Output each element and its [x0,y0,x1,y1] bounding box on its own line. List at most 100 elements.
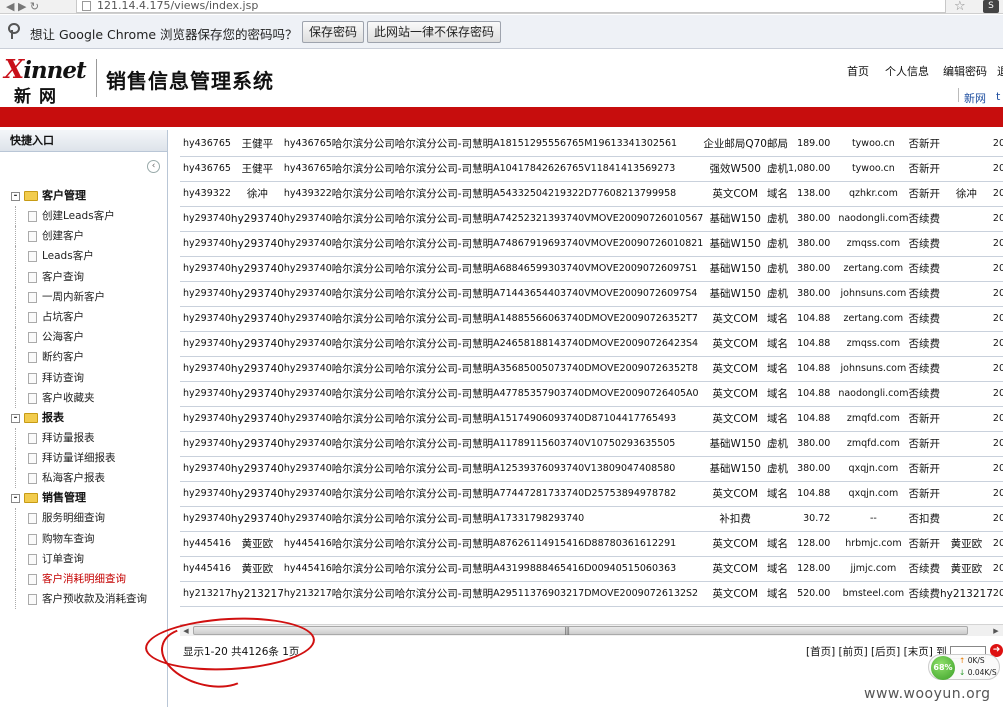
sidebar-item-new-this-week[interactable]: 一周内新客户 [0,286,168,307]
table-row[interactable]: hy293740 hy293740 hy293740 哈尔滨分公司 哈尔滨分公司-司慧明… [180,406,1003,432]
cell-date: 20 [992,431,1003,457]
sidebar-item-leads-customers[interactable]: Leads客户 [0,246,168,267]
cell-operator [939,306,993,332]
sidebar-item-visit-detail-report[interactable]: 拜访量详细报表 [0,448,168,469]
cell-flag: 否 [908,181,919,207]
nav-profile[interactable]: 个人信息 [885,63,929,79]
sidebar-item-public-pool[interactable]: 公海客户 [0,327,168,348]
document-icon [28,352,37,364]
nav-logout[interactable]: 退 [997,63,1003,79]
table-row[interactable]: hy293740 hy293740 hy293740 哈尔滨分公司 哈尔滨分公司-司慧明… [180,331,1003,357]
cell-operator [939,506,993,532]
cell-product-type: 虚机 [767,156,788,182]
nav-home[interactable]: 首页 [847,63,869,79]
table-row[interactable]: hy439322 徐冲 hy439322 哈尔滨分公司 哈尔滨分公司-司慧明 A54332… [180,181,1003,207]
back-forward-reload-icons[interactable]: ◀ ▶ ↻ [6,0,39,13]
table-row[interactable]: hy293740 hy293740 hy293740 哈尔滨分公司 哈尔滨分公司-司慧明… [180,481,1003,507]
table-row[interactable]: hy436765 王健平 hy436765 哈尔滨分公司 哈尔滨分公司-司慧明 A1815… [180,131,1003,157]
sidebar-item-private-pool-report[interactable]: 私海客户报表 [0,468,168,489]
tree-line [15,427,16,448]
table-row[interactable]: hy293740 hy293740 hy293740 哈尔滨分公司 哈尔滨分公司-司慧明… [180,306,1003,332]
table-row[interactable]: hy293740 hy293740 hy293740 哈尔滨分公司 哈尔滨分公司-司慧明… [180,206,1003,232]
cell-member-id: hy293740 [180,481,231,507]
cell-branch-agent: 哈尔滨分公司-司慧明 [394,381,494,407]
cell-business-type: 新开 [918,481,940,507]
logo-text: innet [23,57,86,84]
subnav-separator [958,88,959,102]
table-row[interactable]: hy293740 hy293740 hy293740 哈尔滨分公司 哈尔滨分公司-司慧明… [180,256,1003,282]
scroll-right-icon[interactable]: ▶ [991,626,1001,636]
address-bar[interactable]: 121.14.4.175/views/index.jsp [76,0,946,13]
sidebar-item-create-customer[interactable]: 创建客户 [0,226,168,247]
sidebar-item-prepay-consumption-query[interactable]: 客户预收款及消耗查询 [0,589,168,610]
group-customer-management[interactable]: - 客户管理 [0,186,168,206]
cell-service-id: DMOVE20090726423S4 [584,331,704,357]
collapse-minus-icon[interactable]: - [11,413,20,423]
sidebar-item-reserved-customers[interactable]: 占坑客户 [0,306,168,327]
cell-operator [939,481,993,507]
data-grid-viewport: hy436765 王健平 hy436765 哈尔滨分公司 哈尔滨分公司-司慧明 A1815… [180,131,1003,627]
pager-nav-links[interactable]: [首页] [前页] [后页] [末页] 到 [806,646,947,658]
sidebar-item-create-leads[interactable]: 创建Leads客户 [0,206,168,226]
xinnet-logo[interactable]: Xinnet 新网 [4,55,90,107]
document-icon [28,231,37,243]
cell-date: 20 [992,306,1003,332]
cell-business-type: 续费 [918,206,940,232]
sidebar-item-lapsed-customers[interactable]: 断约客户 [0,347,168,368]
group-label: 客户管理 [42,189,86,202]
sidebar-item-customer-favorites[interactable]: 客户收藏夹 [0,387,168,408]
table-row[interactable]: hy445416 黄亚欧 hy445416 哈尔滨分公司 哈尔滨分公司-司慧明 A4319… [180,556,1003,582]
save-password-button[interactable]: 保存密码 [302,21,365,43]
subnav-t[interactable]: t [996,90,1000,103]
sidebar-item-order-query[interactable]: 订单查询 [0,548,168,569]
cell-branch: 哈尔滨分公司 [331,456,395,482]
cell-product-type: 虚机 [767,456,788,482]
table-row[interactable]: hy293740 hy293740 hy293740 哈尔滨分公司 哈尔滨分公司-司慧明… [180,231,1003,257]
sidebar-item-label: 占坑客户 [42,310,84,323]
collapse-icon[interactable]: ‹ [147,160,160,173]
group-sales-management[interactable]: - 销售管理 [0,488,168,508]
cell-business-type: 续费 [918,231,940,257]
cell-branch: 哈尔滨分公司 [331,331,395,357]
cell-business-type: 续费 [918,581,940,607]
never-save-password-button[interactable]: 此网站一律不保存密码 [367,21,502,43]
tree-line [15,448,16,469]
sidebar-item-visit-query[interactable]: 拜访查询 [0,367,168,388]
cell-contact-name: hy213217 [230,581,284,607]
watermark-text: www.wooyun.org [864,686,991,702]
table-row[interactable]: hy293740 hy293740 hy293740 哈尔滨分公司 哈尔滨分公司-司慧明… [180,381,1003,407]
cell-branch-agent: 哈尔滨分公司-司慧明 [394,581,494,607]
sidebar-item-visit-report[interactable]: 拜访量报表 [0,427,168,448]
cell-date: 20 [992,356,1003,382]
sidebar-title: 快捷入口 [0,130,167,152]
table-row[interactable]: hy445416 黄亚欧 hy445416 哈尔滨分公司 哈尔滨分公司-司慧明 A8762… [180,531,1003,557]
cell-flag: 否 [908,356,919,382]
bookmark-star-icon[interactable]: ☆ [954,0,966,14]
sidebar-item-consumption-detail-query[interactable]: 客户消耗明细查询 [0,569,168,589]
table-row[interactable]: hy436765 王健平 hy436765 哈尔滨分公司 哈尔滨分公司-司慧明 A1041… [180,156,1003,182]
table-row[interactable]: hy293740 hy293740 hy293740 哈尔滨分公司 哈尔滨分公司-司慧明… [180,281,1003,307]
cell-branch: 哈尔滨分公司 [331,281,395,307]
cell-amount: 30.72 [788,506,839,532]
collapse-minus-icon[interactable]: - [11,192,20,201]
table-row[interactable]: hy293740 hy293740 hy293740 哈尔滨分公司 哈尔滨分公司-司慧明… [180,456,1003,482]
nav-edit-password[interactable]: 编辑密码 [943,63,987,79]
group-reports[interactable]: - 报表 [0,408,168,428]
extension-icon[interactable]: S [983,0,999,13]
network-speed-widget[interactable]: 68% ↑ 0K/S ↓ 0.04K/S [928,654,1000,680]
cell-member-id: hy293740 [180,456,231,482]
subnav-xinnet[interactable]: 新网 [964,90,986,106]
sidebar-item-customer-query[interactable]: 客户查询 [0,266,168,287]
cell-contact-name: hy293740 [230,206,284,232]
cell-service-id: D77608213799958 [584,181,704,207]
collapse-minus-icon[interactable]: - [11,494,20,504]
table-row[interactable]: hy293740 hy293740 hy293740 哈尔滨分公司 哈尔滨分公司-司慧明… [180,506,1003,532]
document-icon [28,574,37,585]
cell-branch-agent: 哈尔滨分公司-司慧明 [394,331,494,357]
table-row[interactable]: hy213217 hy213217 hy213217 哈尔滨分公司 哈尔滨分公司-司慧明… [180,581,1003,607]
cell-date: 20 [992,456,1003,482]
sidebar-item-service-detail-query[interactable]: 服务明细查询 [0,508,168,529]
table-row[interactable]: hy293740 hy293740 hy293740 哈尔滨分公司 哈尔滨分公司-司慧明… [180,431,1003,457]
table-row[interactable]: hy293740 hy293740 hy293740 哈尔滨分公司 哈尔滨分公司-司慧明… [180,356,1003,382]
sidebar-item-cart-query[interactable]: 购物车查询 [0,528,168,549]
